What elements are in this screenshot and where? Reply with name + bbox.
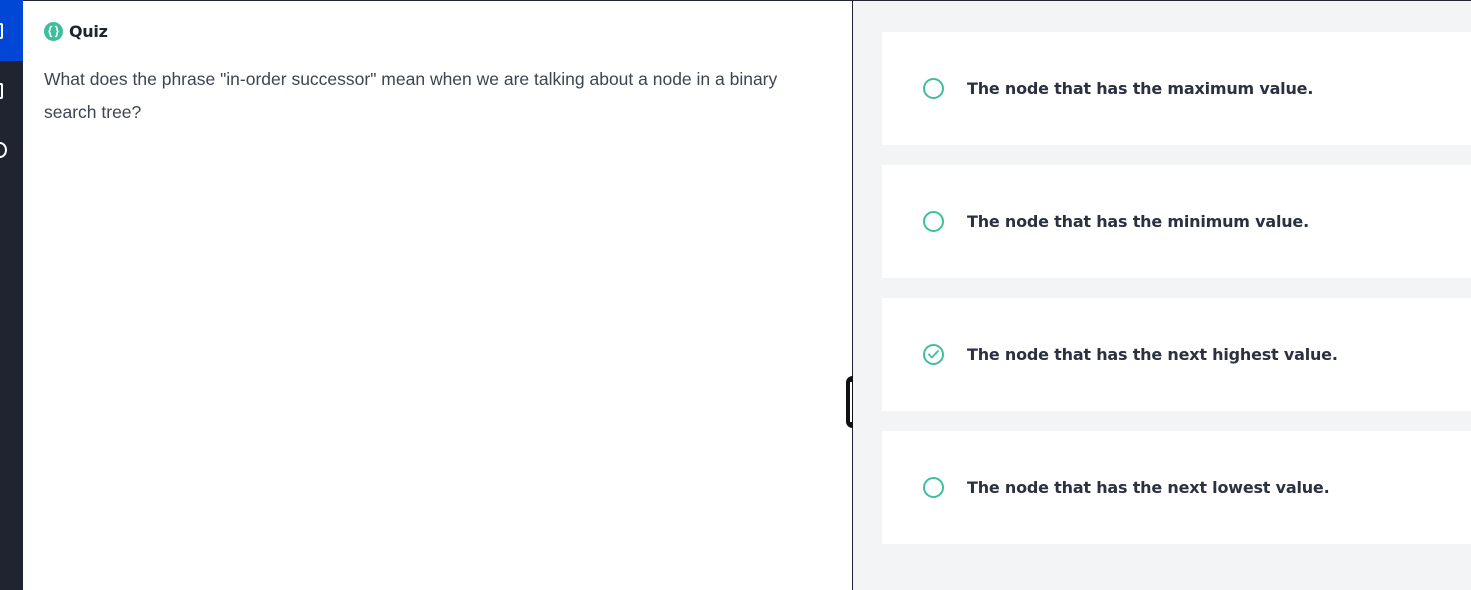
answer-option[interactable]: The node that has the maximum value.: [882, 32, 1471, 145]
radio-unchecked-icon[interactable]: [923, 211, 944, 232]
answer-option[interactable]: The node that has the minimum value.: [882, 165, 1471, 278]
quiz-title: Quiz: [69, 22, 108, 41]
sidebar-page-icon: [0, 23, 3, 39]
answer-option-label: The node that has the next highest value…: [967, 345, 1338, 364]
answer-option-selected[interactable]: The node that has the next highest value…: [882, 298, 1471, 411]
sidebar-bookmark-icon[interactable]: [0, 83, 3, 99]
question-text: What does the phrase "in-order successor…: [44, 69, 778, 122]
answers-panel: The node that has the maximum value. The…: [853, 0, 1471, 590]
question-panel: Quiz What does the phrase "in-order succ…: [23, 0, 852, 590]
sidebar-item-active[interactable]: [0, 0, 23, 61]
check-circle-icon[interactable]: [923, 344, 944, 365]
quiz-screen: Quiz What does the phrase "in-order succ…: [0, 0, 1471, 590]
radio-unchecked-icon[interactable]: [923, 78, 944, 99]
answer-option-label: The node that has the next lowest value.: [967, 478, 1330, 497]
radio-unchecked-icon[interactable]: [923, 477, 944, 498]
quiz-header: Quiz: [44, 22, 108, 41]
answer-option[interactable]: The node that has the next lowest value.: [882, 431, 1471, 544]
sidebar-help-icon[interactable]: [0, 142, 7, 158]
answer-option-label: The node that has the minimum value.: [967, 212, 1309, 231]
code-braces-icon: [44, 22, 63, 41]
answer-option-label: The node that has the maximum value.: [967, 79, 1314, 98]
sidebar: [0, 0, 23, 590]
